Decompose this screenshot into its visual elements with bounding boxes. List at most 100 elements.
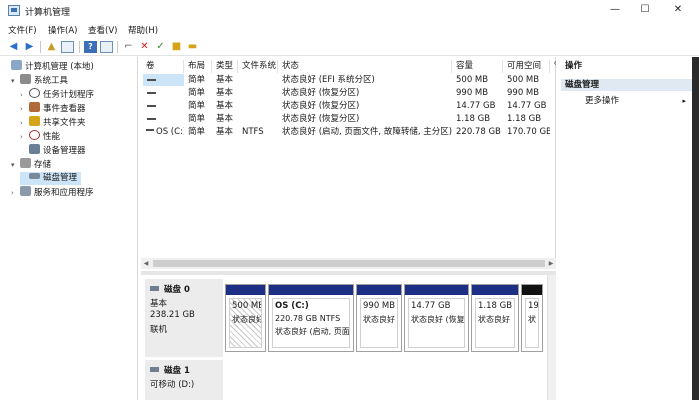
- cell-volume-name: OS (C:): [156, 127, 184, 137]
- table-row[interactable]: [143, 113, 184, 125]
- partition-status: 状: [528, 315, 536, 324]
- cell-filesystem: [239, 113, 278, 125]
- title-bar: 计算机管理 — ☐ ✕: [0, 0, 699, 22]
- column-header-type[interactable]: 类型: [213, 60, 238, 73]
- tree-item-label: 计算机管理 (本地): [25, 62, 94, 72]
- column-header-free-space[interactable]: 可用空间: [504, 60, 550, 73]
- actions-pane: 操作 磁盘管理 更多操作 ▸: [557, 57, 699, 400]
- table-row[interactable]: [143, 74, 184, 86]
- cell-filesystem: [239, 74, 278, 86]
- horizontal-scrollbar[interactable]: ◀ ▶: [141, 258, 556, 269]
- partition-size: 990 MB: [363, 301, 396, 311]
- partition-recovery-2[interactable]: 14.77 GB 状态良好 (恢复: [404, 284, 469, 352]
- more-actions-item[interactable]: 更多操作 ▸: [561, 95, 692, 107]
- tree-item-label: 存储: [34, 160, 52, 170]
- folder-open-icon[interactable]: ▬: [186, 41, 199, 53]
- scroll-right-icon[interactable]: ▶: [546, 258, 556, 269]
- maximize-button[interactable]: ☐: [630, 2, 660, 18]
- column-header-layout[interactable]: 布局: [185, 60, 212, 73]
- disk-title: 磁盘 1: [164, 366, 190, 376]
- expand-arrow-icon[interactable]: ›: [11, 187, 20, 200]
- column-header-filesystem[interactable]: 文件系统: [239, 60, 278, 73]
- tree-item-services-apps[interactable]: › 服务和应用程序: [11, 186, 94, 199]
- disk-icon: [150, 286, 159, 291]
- partition-band: [226, 285, 265, 295]
- expand-arrow-icon[interactable]: ›: [20, 103, 29, 116]
- device-icon: [29, 144, 40, 154]
- cell-filesystem: [239, 100, 278, 112]
- computer-management-icon: [8, 5, 20, 16]
- show-tree-icon[interactable]: [61, 41, 74, 53]
- collapse-arrow-icon[interactable]: ▾: [11, 159, 20, 172]
- expand-arrow-icon[interactable]: ›: [20, 131, 29, 144]
- cell-type: 基本: [216, 101, 234, 111]
- partition-recovery-3[interactable]: 1.18 GB 状态良好: [471, 284, 519, 352]
- tree-item-disk-management[interactable]: 磁盘管理: [20, 172, 82, 185]
- partition-name: OS (C:): [275, 301, 309, 311]
- vertical-scrollbar[interactable]: [547, 275, 556, 400]
- cell-filesystem: [239, 87, 278, 99]
- tree-item-label: 服务和应用程序: [34, 188, 94, 198]
- cell-capacity: 14.77 GB: [456, 101, 496, 111]
- menu-action[interactable]: 操作(A): [48, 24, 77, 36]
- tree-item-computer-management[interactable]: 计算机管理 (本地): [2, 60, 94, 73]
- scroll-thumb[interactable]: [153, 260, 545, 267]
- cell-status: 状态良好 (EFI 系统分区): [282, 75, 375, 85]
- up-folder-icon[interactable]: ▲: [45, 41, 58, 53]
- minimize-button[interactable]: —: [600, 2, 630, 18]
- expand-arrow-icon[interactable]: ›: [20, 89, 29, 102]
- scroll-left-icon[interactable]: ◀: [141, 258, 151, 269]
- volume-icon: [147, 118, 156, 120]
- tree-item-device-manager[interactable]: 设备管理器: [20, 144, 86, 157]
- tree-item-storage[interactable]: ▾ 存储: [11, 158, 51, 171]
- column-header-status[interactable]: 状态: [279, 60, 452, 73]
- disk-0-label[interactable]: 磁盘 0 基本 238.21 GB 联机: [145, 279, 223, 357]
- menu-bar: 文件(F) 操作(A) 查看(V) 帮助(H): [0, 22, 699, 38]
- cell-type: 基本: [216, 114, 234, 124]
- help-icon[interactable]: ?: [84, 41, 97, 53]
- storage-icon: [20, 158, 31, 168]
- column-header-capacity[interactable]: 容量: [453, 60, 503, 73]
- checklist-icon[interactable]: ✓: [154, 41, 167, 53]
- column-header-volume[interactable]: 卷: [143, 60, 184, 73]
- cell-type: 基本: [216, 75, 234, 85]
- cell-capacity: 1.18 GB: [456, 114, 491, 124]
- tree-item-task-scheduler[interactable]: › 任务计划程序: [20, 88, 94, 101]
- connect-icon[interactable]: ⌐: [122, 41, 135, 53]
- submenu-arrow-icon: ▸: [682, 97, 686, 105]
- table-row[interactable]: [143, 100, 184, 112]
- partition-body: 500 MB 状态良好: [229, 298, 262, 348]
- delete-icon[interactable]: ✕: [138, 41, 151, 53]
- volume-list: 卷 布局 类型 文件系统 状态 容量 可用空间 % 简单 基本 状态良好 (EF…: [141, 57, 556, 269]
- column-header-percent[interactable]: %: [551, 60, 556, 73]
- volume-icon: [146, 129, 154, 131]
- cell-free-space: 14.77 GB: [507, 101, 547, 111]
- back-arrow-icon[interactable]: ◀: [7, 41, 20, 53]
- menu-view[interactable]: 查看(V): [88, 24, 117, 36]
- tree-item-system-tools[interactable]: ▾ 系统工具: [11, 74, 68, 87]
- new-folder-icon[interactable]: ■: [170, 41, 183, 53]
- collapse-arrow-icon[interactable]: ▾: [11, 75, 20, 88]
- cell-layout: 简单: [188, 101, 206, 111]
- menu-file[interactable]: 文件(F): [8, 24, 37, 36]
- partition-truncated[interactable]: 19 状: [521, 284, 543, 352]
- removable-disk-icon: [150, 367, 159, 372]
- forward-arrow-icon[interactable]: ▶: [23, 41, 36, 53]
- partition-recovery-1[interactable]: 990 MB 状态良好: [356, 284, 402, 352]
- close-button[interactable]: ✕: [663, 2, 693, 18]
- cell-filesystem: NTFS: [242, 127, 264, 137]
- properties-icon[interactable]: [100, 41, 113, 53]
- tree-item-event-viewer[interactable]: › 事件查看器: [20, 102, 86, 115]
- volume-icon: [147, 79, 156, 81]
- tree-item-performance[interactable]: › 性能: [20, 130, 60, 143]
- partition-efi[interactable]: 500 MB 状态良好: [225, 284, 266, 352]
- disk-1-label[interactable]: 磁盘 1 可移动 (D:): [145, 360, 223, 400]
- expand-arrow-icon[interactable]: ›: [20, 117, 29, 130]
- table-row[interactable]: OS (C:): [143, 126, 184, 138]
- cell-status: 状态良好 (恢复分区): [282, 88, 360, 98]
- menu-help[interactable]: 帮助(H): [128, 24, 158, 36]
- tree-item-shared-folders[interactable]: › 共享文件夹: [20, 116, 86, 129]
- partition-os-c[interactable]: OS (C:) 220.78 GB NTFS 状态良好 (启动, 页面: [268, 284, 354, 352]
- actions-section-disk-management[interactable]: 磁盘管理: [561, 79, 692, 91]
- table-row[interactable]: [143, 87, 184, 99]
